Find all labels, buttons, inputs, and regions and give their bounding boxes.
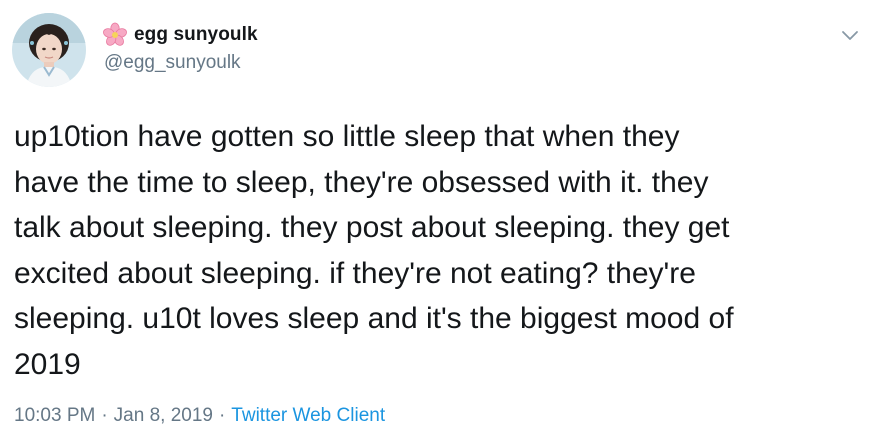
tweet-time[interactable]: 10:03 PM — [14, 405, 95, 427]
tweet-source-link[interactable]: Twitter Web Client — [231, 405, 385, 427]
tweet-header: egg sunyoulk @egg_sunyoulk — [102, 22, 258, 74]
chevron-down-icon[interactable] — [839, 24, 861, 46]
tweet-date[interactable]: Jan 8, 2019 — [114, 405, 213, 427]
meta-separator: · — [218, 405, 226, 426]
tweet-text: up10tion have gotten so little sleep tha… — [14, 120, 734, 381]
avatar[interactable] — [12, 13, 86, 87]
name-row[interactable]: egg sunyoulk — [102, 22, 258, 48]
tweet-card: egg sunyoulk @egg_sunyoulk up10tion have… — [0, 0, 883, 448]
avatar-image — [12, 13, 86, 87]
user-handle[interactable]: @egg_sunyoulk — [104, 52, 258, 74]
cherry-blossom-icon — [103, 22, 127, 46]
meta-separator: · — [101, 405, 108, 426]
display-name[interactable]: egg sunyoulk — [134, 24, 258, 46]
tweet-meta: 10:03 PM · Jan 8, 2019 · Twitter Web Cli… — [14, 405, 385, 427]
